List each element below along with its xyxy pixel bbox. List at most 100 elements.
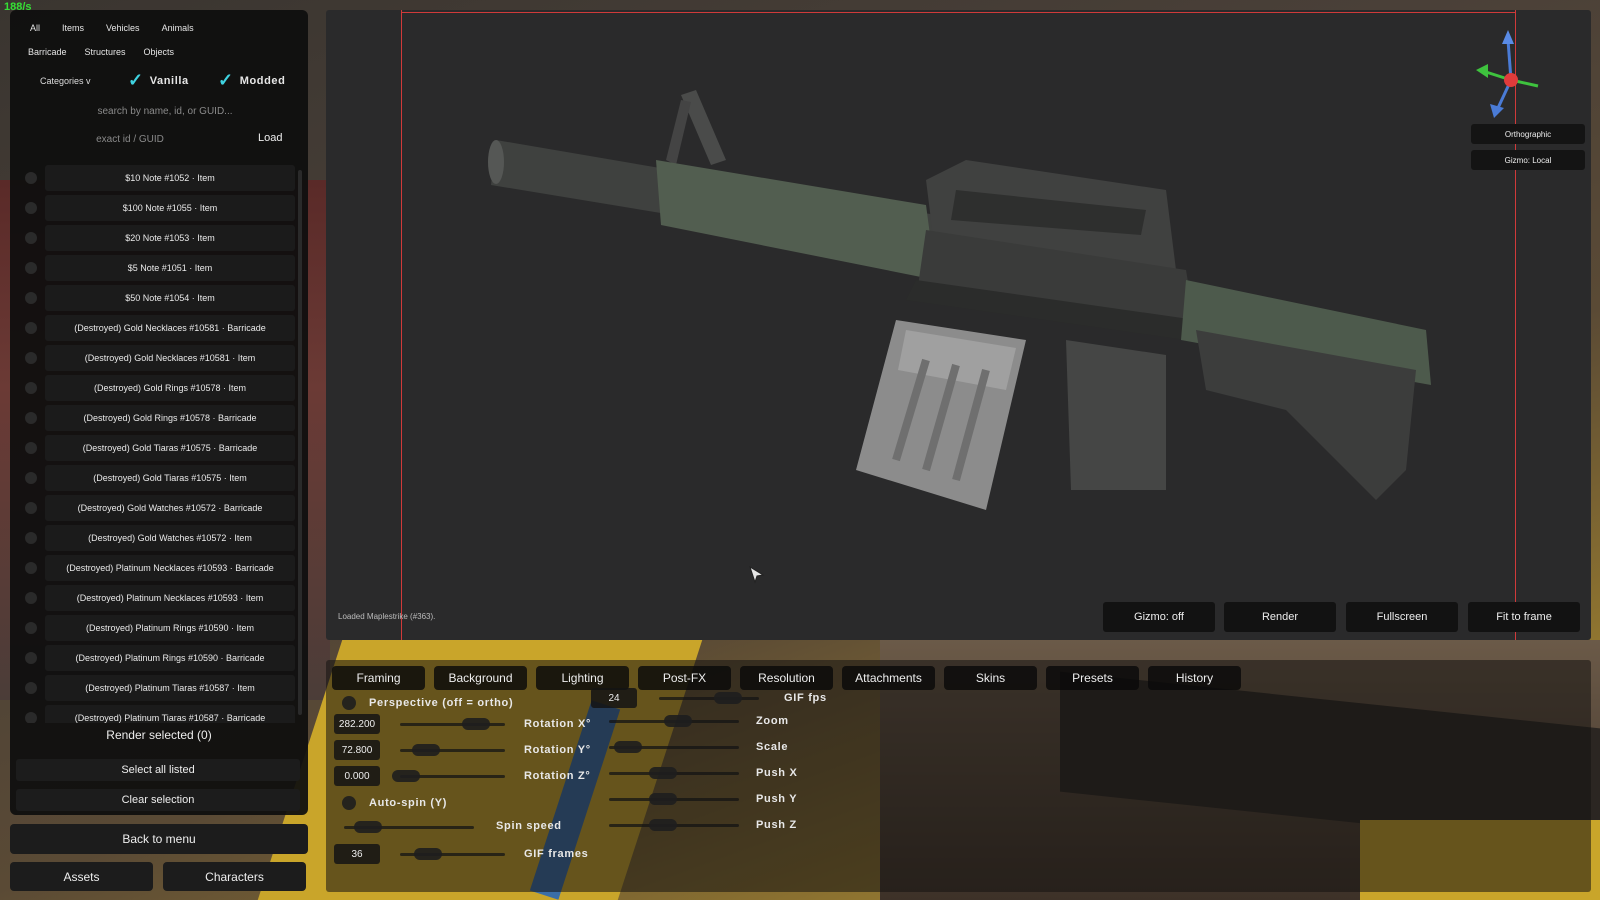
tab-resolution[interactable]: Resolution (740, 666, 833, 690)
tab-post-fx[interactable]: Post-FX (638, 666, 731, 690)
list-item-label[interactable]: (Destroyed) Gold Necklaces #10581 · Item (45, 345, 295, 371)
rotation-x-slider[interactable] (400, 718, 505, 730)
list-item-label[interactable]: (Destroyed) Platinum Rings #10590 · Item (45, 615, 295, 641)
rotation-z-slider[interactable] (392, 770, 505, 782)
exact-id-input[interactable] (30, 130, 230, 148)
list-item[interactable]: (Destroyed) Platinum Necklaces #10593 · … (20, 555, 295, 581)
tab-all[interactable]: All (20, 21, 50, 35)
tab-items[interactable]: Items (52, 21, 94, 35)
list-item[interactable]: (Destroyed) Platinum Rings #10590 · Barr… (20, 645, 295, 671)
select-checkbox[interactable] (25, 712, 37, 723)
load-button[interactable]: Load (258, 132, 282, 144)
push-x-thumb[interactable] (649, 767, 677, 779)
list-item[interactable]: $100 Note #1055 · Item (20, 195, 295, 221)
gif-fps-slider[interactable] (659, 692, 759, 704)
push-y-slider[interactable] (609, 793, 739, 805)
list-item-label[interactable]: $20 Note #1053 · Item (45, 225, 295, 251)
zoom-thumb[interactable] (664, 715, 692, 727)
tab-skins[interactable]: Skins (944, 666, 1037, 690)
perspective-toggle[interactable] (342, 696, 356, 710)
gif-frames-thumb[interactable] (414, 848, 442, 860)
list-item-label[interactable]: (Destroyed) Gold Tiaras #10575 · Item (45, 465, 295, 491)
list-item[interactable]: (Destroyed) Gold Rings #10578 · Barricad… (20, 405, 295, 431)
select-checkbox[interactable] (25, 292, 37, 304)
list-item-label[interactable]: $50 Note #1054 · Item (45, 285, 295, 311)
select-checkbox[interactable] (25, 352, 37, 364)
push-y-thumb[interactable] (649, 793, 677, 805)
list-item[interactable]: $5 Note #1051 · Item (20, 255, 295, 281)
gif-frames-slider[interactable] (400, 848, 505, 860)
list-item-label[interactable]: (Destroyed) Platinum Necklaces #10593 · … (45, 555, 295, 581)
select-checkbox[interactable] (25, 622, 37, 634)
list-item[interactable]: (Destroyed) Gold Necklaces #10581 · Item (20, 345, 295, 371)
select-checkbox[interactable] (25, 172, 37, 184)
select-checkbox[interactable] (25, 202, 37, 214)
fit-to-frame-button[interactable]: Fit to frame (1468, 602, 1580, 632)
rotation-y-slider[interactable] (400, 744, 505, 756)
select-checkbox[interactable] (25, 262, 37, 274)
list-item[interactable]: (Destroyed) Platinum Rings #10590 · Item (20, 615, 295, 641)
select-checkbox[interactable] (25, 652, 37, 664)
gif-fps-value[interactable]: 24 (591, 688, 637, 708)
tab-background[interactable]: Background (434, 666, 527, 690)
gif-fps-thumb[interactable] (714, 692, 742, 704)
push-z-slider[interactable] (609, 819, 739, 831)
list-item[interactable]: $20 Note #1053 · Item (20, 225, 295, 251)
list-item-label[interactable]: (Destroyed) Platinum Rings #10590 · Barr… (45, 645, 295, 671)
render-selected-button[interactable]: Render selected (0) (10, 728, 308, 742)
list-item[interactable]: (Destroyed) Platinum Tiaras #10587 · Bar… (20, 705, 295, 723)
list-item[interactable]: (Destroyed) Platinum Tiaras #10587 · Ite… (20, 675, 295, 701)
list-item-label[interactable]: (Destroyed) Platinum Tiaras #10587 · Bar… (45, 705, 295, 723)
list-item-label[interactable]: $100 Note #1055 · Item (45, 195, 295, 221)
list-item[interactable]: (Destroyed) Gold Necklaces #10581 · Barr… (20, 315, 295, 341)
rotation-x-value[interactable]: 282.200 (334, 714, 380, 734)
rotation-y-value[interactable]: 72.800 (334, 740, 380, 760)
select-checkbox[interactable] (25, 682, 37, 694)
gizmo-off-button[interactable]: Gizmo: off (1103, 602, 1215, 632)
select-checkbox[interactable] (25, 592, 37, 604)
tab-framing[interactable]: Framing (332, 666, 425, 690)
list-item-label[interactable]: (Destroyed) Platinum Necklaces #10593 · … (45, 585, 295, 611)
list-item[interactable]: $10 Note #1052 · Item (20, 165, 295, 191)
select-checkbox[interactable] (25, 232, 37, 244)
assets-button[interactable]: Assets (10, 862, 153, 891)
auto-spin-toggle[interactable] (342, 796, 356, 810)
characters-button[interactable]: Characters (163, 862, 306, 891)
list-item-label[interactable]: $10 Note #1052 · Item (45, 165, 295, 191)
orientation-gizmo-icon[interactable] (1476, 30, 1576, 120)
spin-speed-slider[interactable] (344, 821, 474, 833)
search-input[interactable] (30, 102, 300, 120)
scale-thumb[interactable] (614, 741, 642, 753)
tab-lighting[interactable]: Lighting (536, 666, 629, 690)
list-item-label[interactable]: (Destroyed) Gold Tiaras #10575 · Barrica… (45, 435, 295, 461)
render-button[interactable]: Render (1224, 602, 1336, 632)
select-checkbox[interactable] (25, 532, 37, 544)
list-item[interactable]: (Destroyed) Gold Tiaras #10575 · Barrica… (20, 435, 295, 461)
select-checkbox[interactable] (25, 412, 37, 424)
tab-presets[interactable]: Presets (1046, 666, 1139, 690)
list-item-label[interactable]: (Destroyed) Gold Watches #10572 · Barric… (45, 495, 295, 521)
list-item[interactable]: (Destroyed) Gold Watches #10572 · Item (20, 525, 295, 551)
list-item-label[interactable]: (Destroyed) Gold Rings #10578 · Item (45, 375, 295, 401)
clear-selection-button[interactable]: Clear selection (16, 789, 300, 811)
select-checkbox[interactable] (25, 502, 37, 514)
list-item[interactable]: (Destroyed) Gold Watches #10572 · Barric… (20, 495, 295, 521)
list-item-label[interactable]: (Destroyed) Gold Necklaces #10581 · Barr… (45, 315, 295, 341)
tab-structures[interactable]: Structures (77, 45, 134, 59)
push-z-thumb[interactable] (649, 819, 677, 831)
list-item[interactable]: $50 Note #1054 · Item (20, 285, 295, 311)
list-item-label[interactable]: (Destroyed) Gold Rings #10578 · Barricad… (45, 405, 295, 431)
list-item[interactable]: (Destroyed) Platinum Necklaces #10593 · … (20, 585, 295, 611)
zoom-slider[interactable] (609, 715, 739, 727)
select-checkbox[interactable] (25, 562, 37, 574)
select-checkbox[interactable] (25, 442, 37, 454)
list-item-label[interactable]: (Destroyed) Gold Watches #10572 · Item (45, 525, 295, 551)
render-viewport[interactable]: Orthographic Gizmo: Local Loaded Maplest… (326, 10, 1591, 640)
list-item-label[interactable]: (Destroyed) Platinum Tiaras #10587 · Ite… (45, 675, 295, 701)
vanilla-checkbox[interactable]: ✓ Vanilla (128, 70, 189, 91)
tab-animals[interactable]: Animals (152, 21, 204, 35)
tab-vehicles[interactable]: Vehicles (96, 21, 150, 35)
list-item-label[interactable]: $5 Note #1051 · Item (45, 255, 295, 281)
modded-checkbox[interactable]: ✓ Modded (218, 70, 285, 91)
list-item[interactable]: (Destroyed) Gold Rings #10578 · Item (20, 375, 295, 401)
